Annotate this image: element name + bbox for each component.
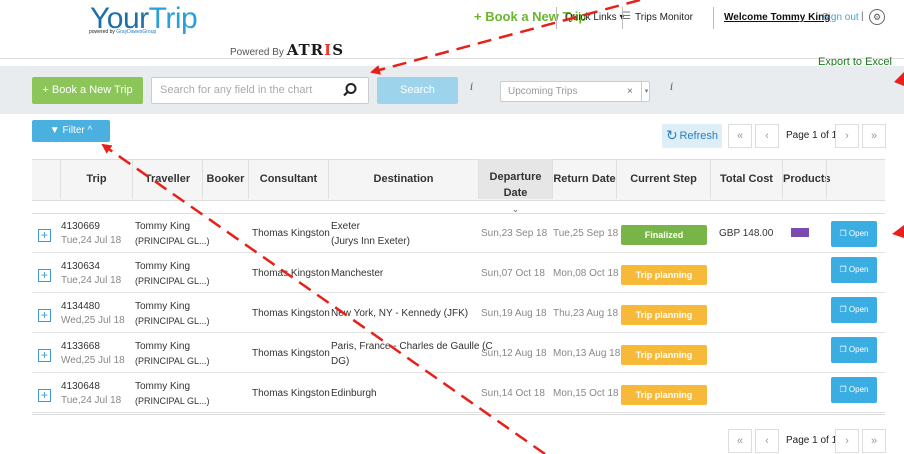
arrow-to-search — [370, 0, 641, 75]
annotation-arrows — [101, 0, 904, 454]
arrow-to-filter — [101, 143, 546, 454]
arrowhead-open — [892, 225, 904, 238]
arrowhead-export — [894, 72, 904, 86]
